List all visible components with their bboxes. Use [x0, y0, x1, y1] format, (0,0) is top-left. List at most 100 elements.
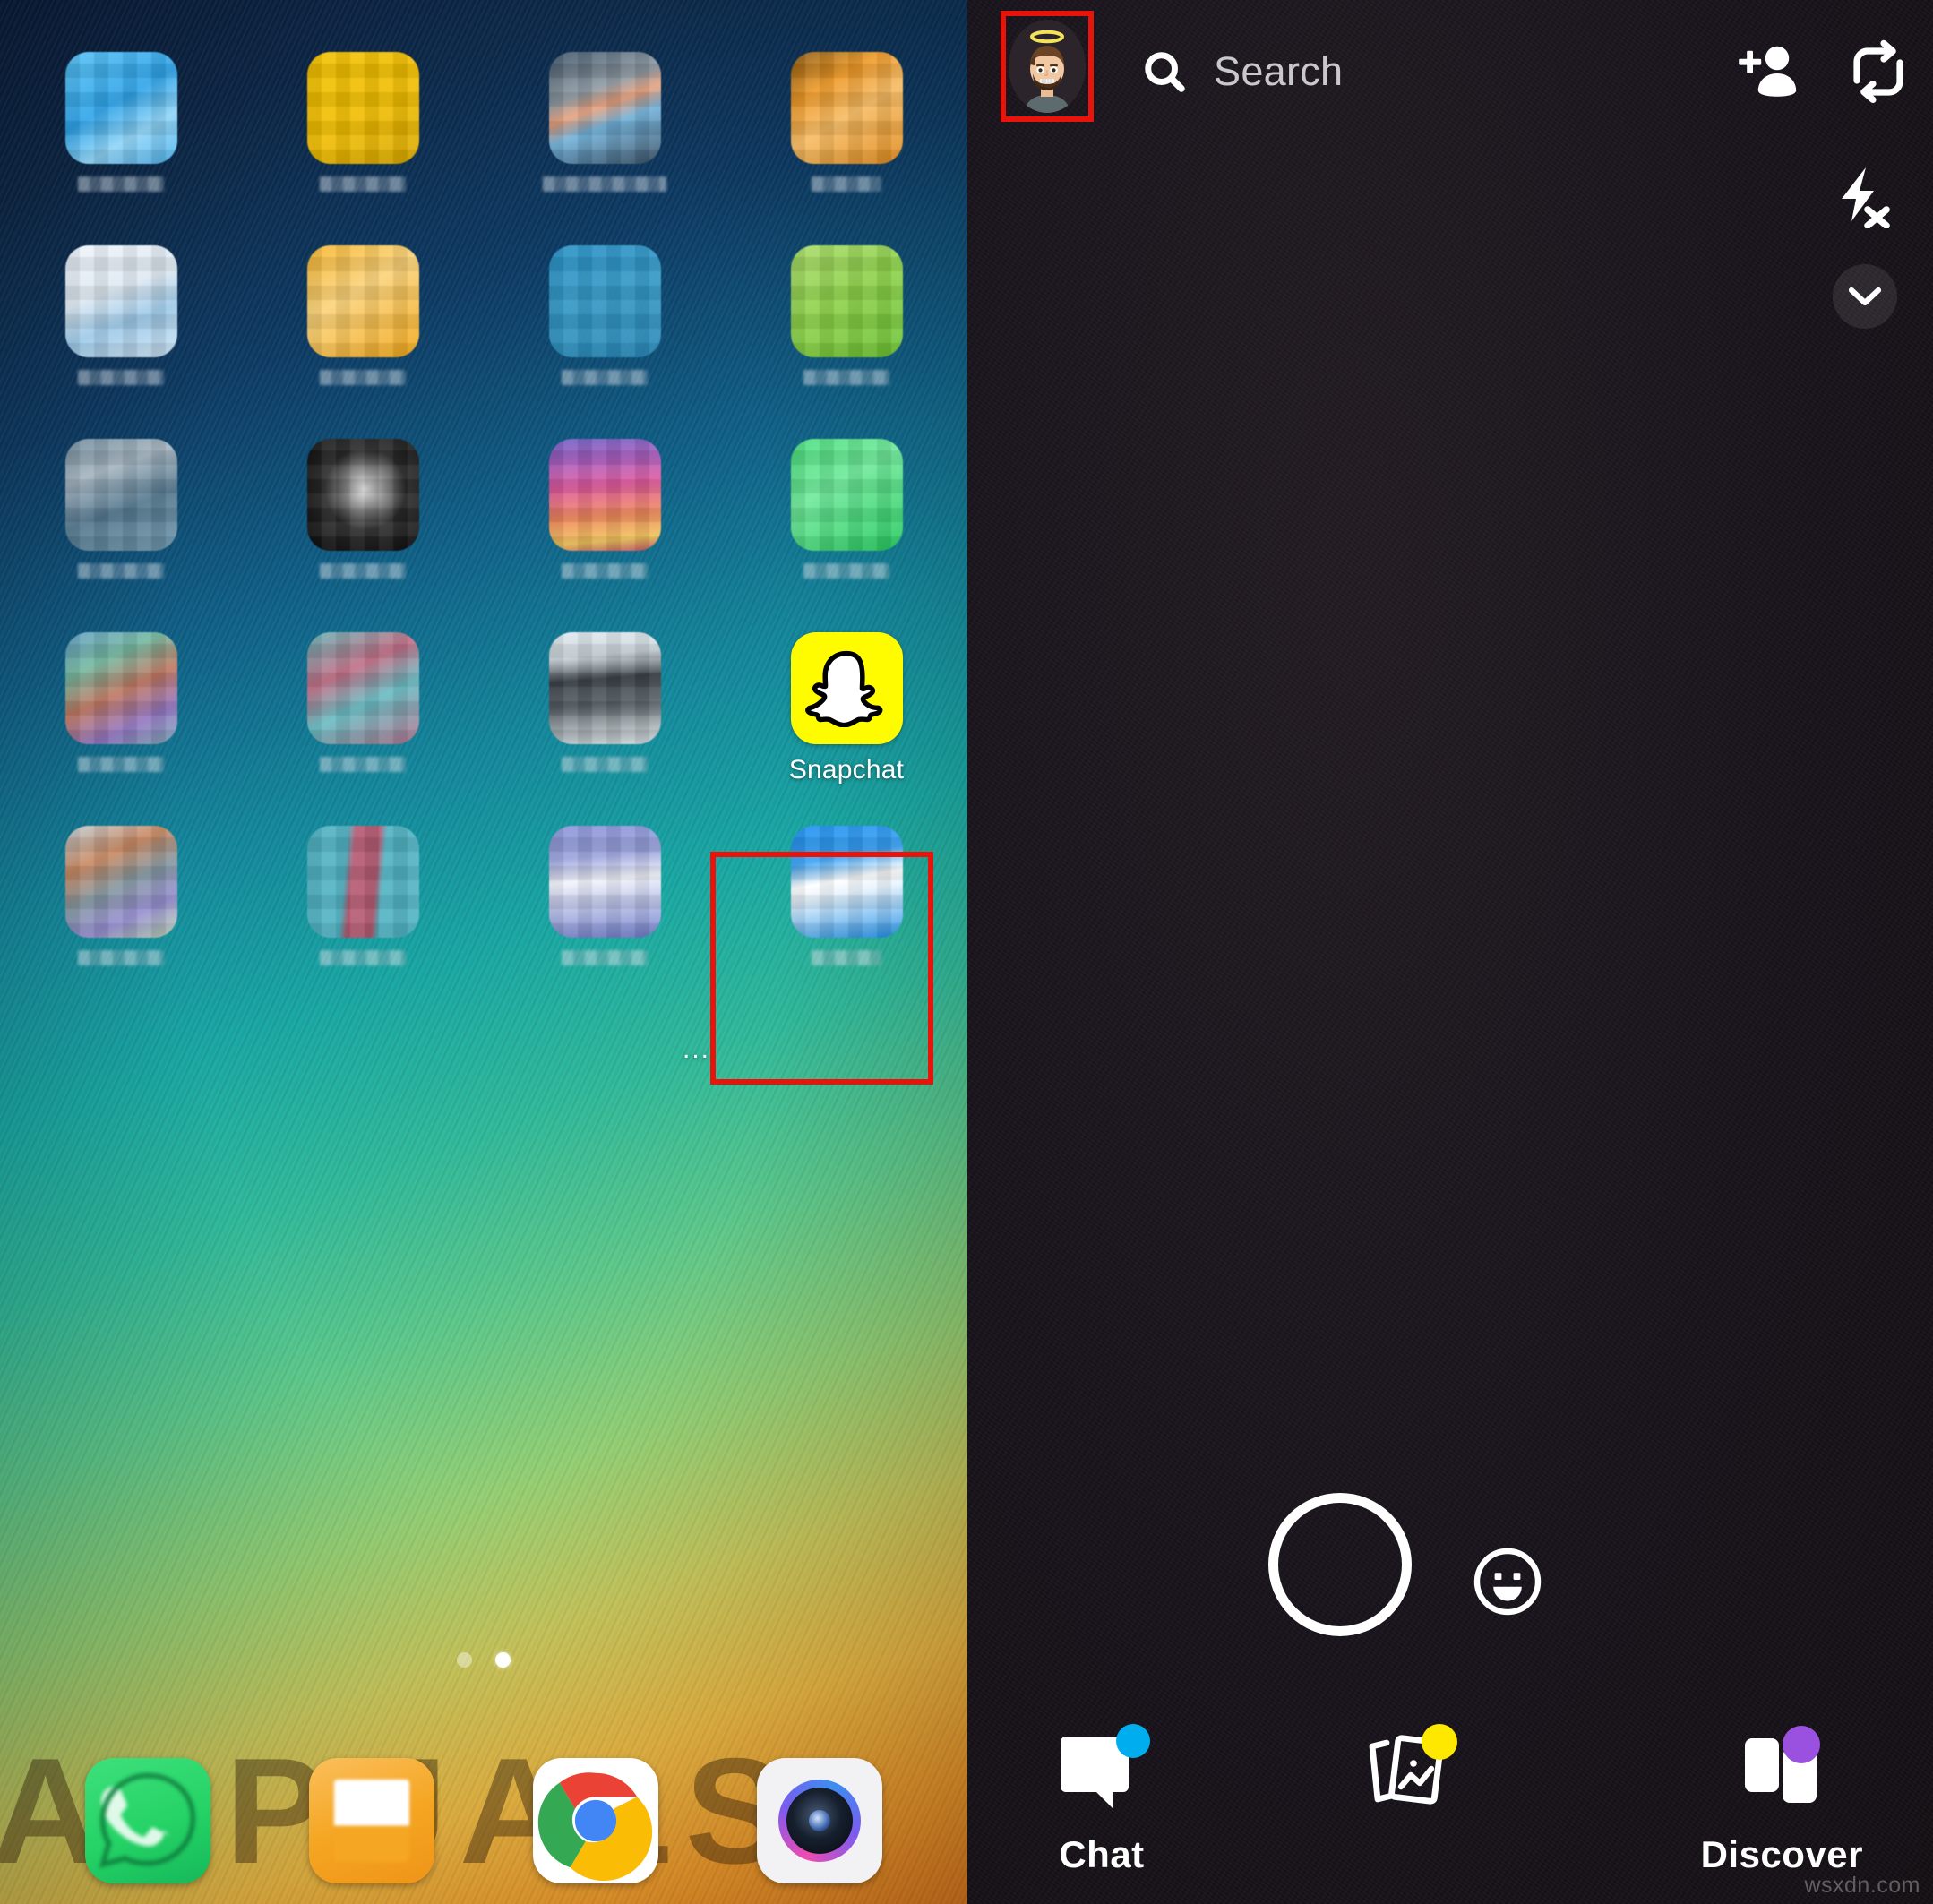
app-icon-censored[interactable]	[64, 632, 177, 744]
app-cell[interactable]	[0, 423, 242, 616]
app-icon-censored[interactable]	[64, 826, 177, 938]
avatar-highlight-box	[1001, 11, 1094, 122]
app-icon-censored[interactable]	[548, 52, 661, 164]
page-dot-2[interactable]	[495, 1652, 511, 1668]
app-label-censored	[78, 370, 164, 385]
app-label-censored	[562, 563, 648, 579]
app-label-censored	[812, 950, 881, 965]
app-label-censored	[320, 176, 406, 192]
app-icon-censored[interactable]	[64, 52, 177, 164]
app-cell[interactable]	[484, 423, 726, 616]
app-icon-censored[interactable]	[306, 826, 419, 938]
home-dock	[0, 1737, 967, 1904]
discover-badge	[1783, 1726, 1821, 1763]
app-cell[interactable]	[726, 810, 967, 1003]
flip-camera-button[interactable]	[1847, 38, 1910, 106]
app-icon-censored[interactable]	[64, 245, 177, 357]
nav-chat-label: Chat	[1059, 1833, 1145, 1875]
add-friend-icon	[1739, 46, 1797, 97]
chrome-glyph	[537, 1772, 653, 1882]
app-cell[interactable]	[242, 423, 484, 616]
app-icon-censored[interactable]	[306, 52, 419, 164]
app-icon-censored[interactable]	[306, 632, 419, 744]
app-icon-censored[interactable]	[64, 439, 177, 551]
nav-discover[interactable]: Discover	[1700, 1726, 1863, 1876]
lenses-smiley-icon	[1473, 1548, 1542, 1616]
snapchat-camera-screen[interactable]: Search Chat Discover wsxdn.com	[967, 0, 1933, 1904]
search-icon	[1145, 52, 1185, 92]
app-label-censored	[78, 176, 164, 192]
app-cell-snapchat[interactable]: Snapchat	[726, 616, 967, 810]
app-label-censored	[320, 757, 406, 772]
app-icon-censored[interactable]	[548, 439, 661, 551]
snapchat-bottom-nav: Chat Discover	[967, 1711, 1933, 1904]
app-cell[interactable]	[242, 810, 484, 1003]
watermark-wsxdn: wsxdn.com	[1804, 1873, 1920, 1898]
app-icon-snapchat[interactable]	[790, 632, 903, 744]
chat-badge	[1116, 1724, 1150, 1758]
android-home-screen[interactable]: Snapchat ...	[0, 0, 967, 1904]
app-label-censored	[320, 370, 406, 385]
app-label-censored	[562, 370, 648, 385]
app-cell[interactable]	[0, 616, 242, 810]
app-cell[interactable]	[484, 810, 726, 1003]
app-label-censored	[803, 563, 889, 579]
app-cell[interactable]	[242, 616, 484, 810]
app-overflow-ellipsis: ...	[683, 1034, 711, 1064]
app-icon-censored[interactable]	[548, 632, 661, 744]
stories-badge	[1422, 1724, 1458, 1760]
top-right-actions	[1736, 0, 1910, 143]
flip-camera-icon	[1853, 39, 1903, 103]
app-icon-censored[interactable]	[790, 439, 903, 551]
app-cell[interactable]	[484, 36, 726, 229]
screenshot-root: Snapchat ... Search Chat Discover wsxdn.…	[0, 0, 1933, 1904]
app-label-censored	[812, 176, 881, 192]
app-icon-censored[interactable]	[790, 245, 903, 357]
app-cell[interactable]	[0, 36, 242, 229]
page-indicator	[0, 1652, 967, 1668]
app-label-censored	[562, 950, 648, 965]
nav-discover-label: Discover	[1700, 1833, 1863, 1875]
app-label-censored	[803, 370, 889, 385]
app-label-censored	[78, 757, 164, 772]
app-icon-censored[interactable]	[306, 245, 419, 357]
add-friend-button[interactable]	[1736, 40, 1802, 103]
capture-button[interactable]	[1268, 1493, 1412, 1636]
app-label-censored	[562, 757, 648, 772]
app-cell[interactable]	[484, 229, 726, 423]
app-icon-censored[interactable]	[790, 826, 903, 938]
more-options-button[interactable]	[1833, 264, 1897, 329]
dock-icon-notes[interactable]	[309, 1758, 434, 1883]
page-dot-1[interactable]	[457, 1652, 472, 1668]
avatar[interactable]	[1009, 20, 1086, 113]
app-cell[interactable]	[0, 229, 242, 423]
app-cell[interactable]	[726, 423, 967, 616]
app-icon-censored[interactable]	[306, 439, 419, 551]
snapchat-top-bar: Search	[967, 0, 1933, 143]
app-label-censored	[78, 563, 164, 579]
dock-icon-camera[interactable]	[757, 1758, 882, 1883]
app-label-censored	[320, 563, 406, 579]
app-label-censored	[320, 950, 406, 965]
search-bar[interactable]: Search	[1140, 0, 1343, 143]
app-cell[interactable]	[242, 36, 484, 229]
flash-off-icon	[1842, 167, 1890, 229]
app-cell[interactable]	[484, 616, 726, 810]
app-cell[interactable]	[0, 810, 242, 1003]
search-placeholder: Search	[1214, 48, 1344, 94]
app-icon-censored[interactable]	[548, 245, 661, 357]
app-cell[interactable]	[242, 229, 484, 423]
nav-stories[interactable]	[1361, 1724, 1466, 1833]
app-icon-censored[interactable]	[548, 826, 661, 938]
flash-off-button[interactable]	[1829, 166, 1897, 233]
chevron-down-icon	[1848, 287, 1882, 306]
app-cell[interactable]	[726, 229, 967, 423]
dock-icon-whatsapp[interactable]	[85, 1758, 210, 1883]
app-label-snapchat: Snapchat	[788, 755, 905, 785]
app-icon-censored[interactable]	[790, 52, 903, 164]
nav-chat[interactable]: Chat	[1055, 1724, 1150, 1876]
app-label-censored	[543, 176, 666, 192]
lenses-button[interactable]	[1473, 1547, 1542, 1617]
dock-icon-chrome[interactable]	[533, 1758, 658, 1883]
app-cell[interactable]	[726, 36, 967, 229]
